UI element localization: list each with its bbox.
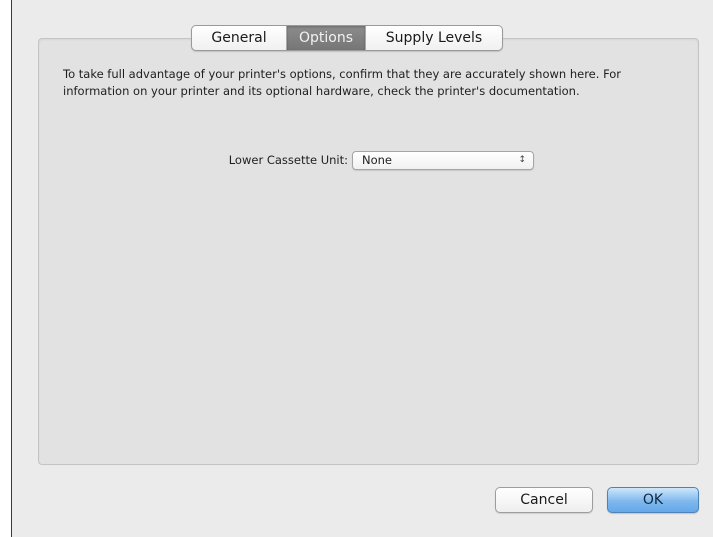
lower-cassette-popup[interactable]: None ↕ (352, 151, 534, 170)
ok-button[interactable]: OK (607, 487, 699, 513)
up-down-chevron-icon: ↕ (518, 155, 526, 165)
options-group-box (38, 38, 699, 465)
tab-bar: General Options Supply Levels (191, 25, 503, 51)
tab-options[interactable]: Options (287, 26, 366, 50)
cancel-button[interactable]: Cancel (495, 487, 593, 513)
tab-general[interactable]: General (192, 26, 287, 50)
tab-supply-levels[interactable]: Supply Levels (366, 26, 502, 50)
lower-cassette-value: None (362, 153, 393, 167)
lower-cassette-row: Lower Cassette Unit: None ↕ (0, 150, 713, 172)
printer-options-window: General Options Supply Levels To take fu… (0, 0, 713, 537)
lower-cassette-label: Lower Cassette Unit: (228, 153, 348, 167)
options-description: To take full advantage of your printer's… (63, 67, 622, 98)
